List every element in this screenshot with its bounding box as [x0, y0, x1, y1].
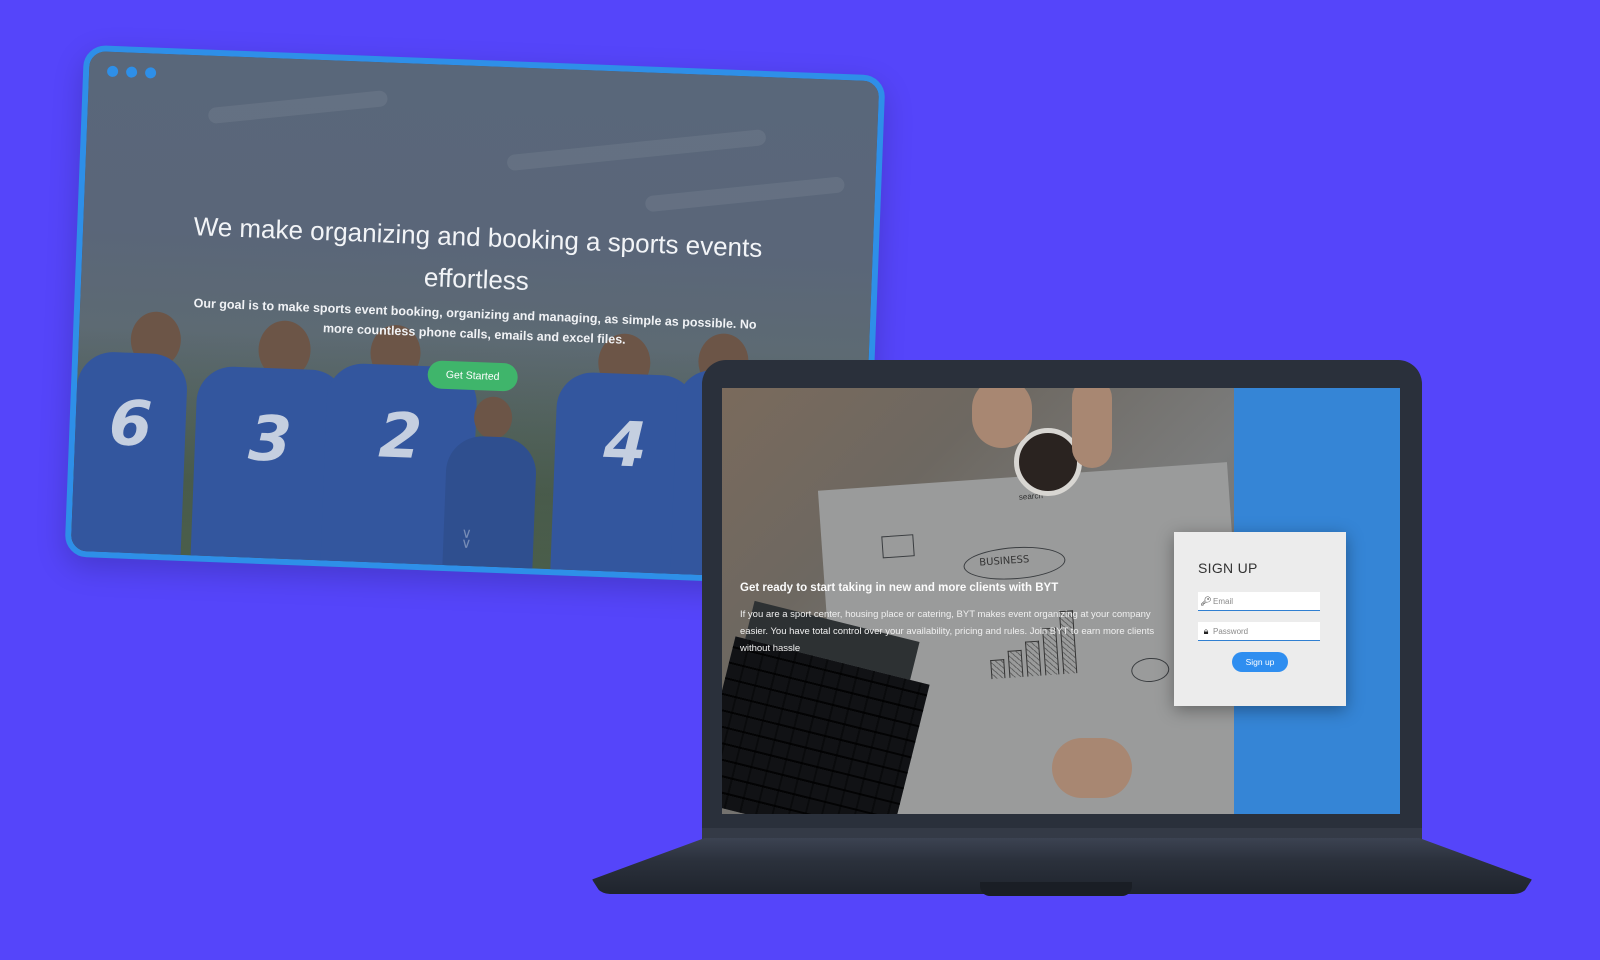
scroll-down-icon[interactable]: ∨ ∨ [461, 525, 472, 551]
screen-body: If you are a sport center, housing place… [740, 609, 1155, 654]
laptop-lid: BUSINESS search Get ready to start takin… [702, 360, 1422, 850]
window-dot[interactable] [125, 66, 138, 78]
laptop-mockup: BUSINESS search Get ready to start takin… [592, 360, 1532, 920]
laptop-screen: BUSINESS search Get ready to start takin… [722, 388, 1400, 814]
laptop-notch [980, 882, 1132, 896]
sketch-bubble [1130, 656, 1171, 684]
window-controls [106, 65, 157, 79]
sketch-box [881, 534, 915, 559]
signup-title: SIGN UP [1198, 560, 1258, 576]
screen-heading: Get ready to start taking in new and mor… [740, 582, 1059, 594]
signup-card: SIGN UP 🔑︎ 🔒︎ Sign up [1174, 532, 1346, 706]
email-input[interactable] [1212, 596, 1313, 606]
sketch-bar [990, 659, 1006, 680]
player-6: 6 [70, 350, 189, 565]
window-dot[interactable] [106, 65, 119, 78]
jersey-number: 6 [107, 386, 154, 461]
password-input[interactable] [1212, 626, 1313, 636]
email-field[interactable]: 🔑︎ [1198, 592, 1320, 611]
player-kneeling [442, 435, 538, 579]
screen-text: Get ready to start taking in new and mor… [740, 582, 1160, 657]
get-started-button[interactable]: Get Started [427, 360, 519, 392]
hand [1072, 388, 1112, 468]
signup-button[interactable]: Sign up [1232, 652, 1288, 672]
hand [972, 388, 1032, 448]
password-field[interactable]: 🔒︎ [1198, 622, 1320, 641]
window-dot[interactable] [144, 67, 157, 79]
lock-icon: 🔒︎ [1203, 625, 1209, 636]
hand [1052, 738, 1132, 798]
key-icon: 🔑︎ [1200, 595, 1212, 606]
